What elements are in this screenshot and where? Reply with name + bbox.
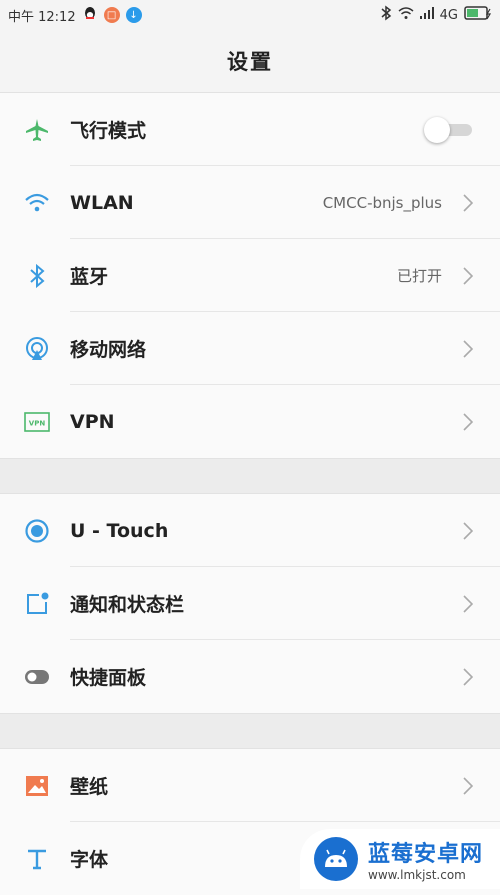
chevron-right-icon <box>456 412 480 431</box>
chevron-right-icon <box>456 266 480 285</box>
bluetooth-status-icon <box>380 5 392 25</box>
mobile-network-icon <box>24 336 50 362</box>
watermark-url: www.lmkjst.com <box>368 868 466 882</box>
blue-download-icon: ↓ <box>125 7 142 23</box>
bluetooth-icon <box>24 263 50 289</box>
vpn-icon: VPN <box>24 409 50 435</box>
chevron-right-icon <box>456 193 480 212</box>
chevron-right-icon <box>456 521 480 540</box>
settings-group-display: U - Touch 通知和状态栏 快捷面板 <box>0 494 500 713</box>
setting-label: 壁纸 <box>70 776 109 798</box>
setting-label: 移动网络 <box>70 339 147 361</box>
airplane-icon <box>24 117 50 143</box>
setting-label: 蓝牙 <box>70 266 109 288</box>
svg-text:VPN: VPN <box>29 419 46 427</box>
notification-icon <box>24 591 50 617</box>
watermark-badge: 蓝莓安卓网 www.lmkjst.com <box>300 829 500 889</box>
setting-value: 已打开 <box>396 267 442 285</box>
chevron-right-icon <box>456 776 480 795</box>
font-icon <box>24 846 50 872</box>
quick-panel-icon <box>24 664 50 690</box>
watermark-title: 蓝莓安卓网 <box>368 842 484 867</box>
setting-quick-panel[interactable]: 快捷面板 <box>0 640 500 713</box>
setting-value: CMCC-bnjs_plus <box>322 193 442 212</box>
battery-icon <box>464 6 492 24</box>
chevron-right-icon <box>456 667 480 686</box>
chevron-right-icon <box>456 339 480 358</box>
setting-wallpaper[interactable]: 壁纸 <box>0 749 500 822</box>
setting-notification-statusbar[interactable]: 通知和状态栏 <box>0 567 500 640</box>
qq-icon <box>82 5 98 25</box>
setting-wlan[interactable]: WLAN CMCC-bnjs_plus <box>0 166 500 239</box>
section-divider <box>0 713 500 749</box>
android-logo-icon <box>314 837 358 881</box>
utouch-icon <box>24 518 50 544</box>
setting-label: 快捷面板 <box>70 667 147 689</box>
setting-label: VPN <box>70 410 115 433</box>
setting-label: WLAN <box>70 191 134 214</box>
chevron-right-icon <box>456 594 480 613</box>
wallpaper-icon <box>24 773 50 799</box>
status-bar: 中午 12:12 □ ↓ 4G <box>0 0 500 30</box>
wifi-status-icon <box>398 6 414 24</box>
setting-mobile-network[interactable]: 移动网络 <box>0 312 500 385</box>
wifi-icon <box>24 190 50 216</box>
setting-label: 飞行模式 <box>70 120 147 142</box>
orange-app-icon: □ <box>103 7 120 23</box>
status-time: 中午 12:12 <box>8 9 76 25</box>
section-divider <box>0 458 500 494</box>
setting-airplane-mode[interactable]: 飞行模式 <box>0 93 500 166</box>
airplane-mode-toggle[interactable] <box>424 116 474 143</box>
settings-group-network: 飞行模式 WLAN CMCC-bnjs_plus 蓝牙 已打开 移动网络 VPN… <box>0 93 500 458</box>
setting-label: 通知和状态栏 <box>70 594 185 616</box>
setting-label: U - Touch <box>70 519 169 542</box>
setting-utouch[interactable]: U - Touch <box>0 494 500 567</box>
setting-vpn[interactable]: VPN VPN <box>0 385 500 458</box>
network-type: 4G <box>439 7 458 23</box>
signal-icon <box>419 7 434 23</box>
setting-bluetooth[interactable]: 蓝牙 已打开 <box>0 239 500 312</box>
page-title: 设置 <box>0 30 500 93</box>
